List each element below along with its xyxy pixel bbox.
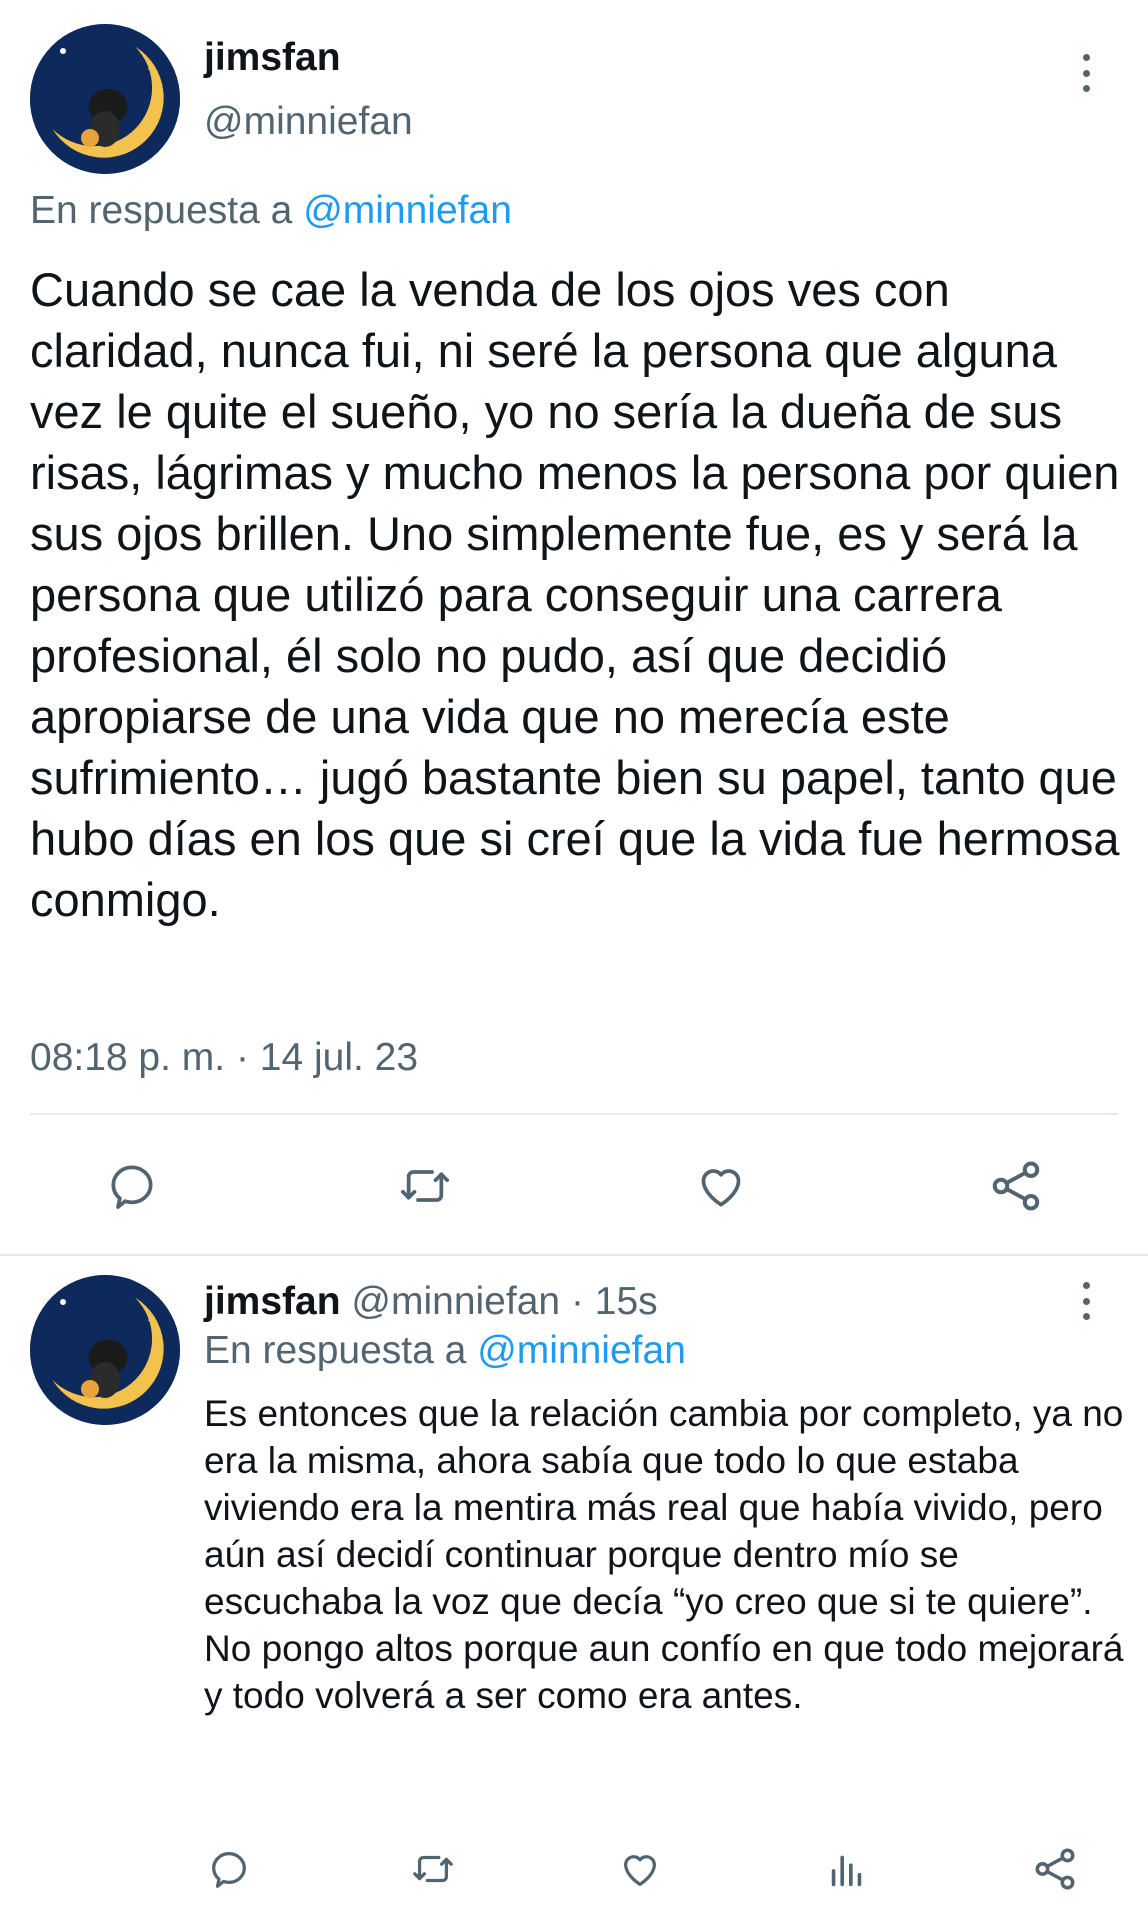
retweet-icon[interactable] [408, 1846, 458, 1892]
tweet-text: Cuando se cae la venda de los ojos ves c… [30, 263, 1120, 926]
reply-tweet-text: Es entonces que la relación cambia por c… [204, 1393, 1124, 1716]
retweet-icon[interactable] [394, 1158, 456, 1214]
divider [30, 1113, 1118, 1115]
tweet-timestamp[interactable]: 08:18 p. m. · 14 jul. 23 [30, 1034, 418, 1082]
reply-context: En respuesta a @minniefan [204, 1327, 686, 1375]
avatar-image [30, 24, 180, 174]
analytics-icon[interactable] [824, 1846, 870, 1892]
share-icon[interactable] [986, 1156, 1046, 1216]
reply-handle[interactable]: @minniefan [351, 1280, 560, 1323]
display-name[interactable]: jimsfan [204, 34, 341, 82]
reply-display-name[interactable]: jimsfan [204, 1280, 341, 1323]
reply-header: jimsfan @minniefan · 15s [204, 1278, 658, 1326]
reply-prefix: En respuesta a [30, 189, 293, 232]
reply-icon[interactable] [104, 1158, 160, 1214]
handle[interactable]: @minniefan [204, 98, 413, 146]
like-icon[interactable] [692, 1158, 750, 1214]
more-options-icon[interactable] [1080, 54, 1092, 92]
reply-to-link[interactable]: @minniefan [303, 189, 512, 232]
reply-to-link[interactable]: @minniefan [477, 1329, 686, 1372]
share-icon[interactable] [1030, 1844, 1080, 1894]
reply-avatar[interactable] [30, 1275, 180, 1425]
avatar[interactable] [30, 24, 180, 174]
reply-time[interactable]: · 15s [571, 1280, 658, 1323]
reply-more-options-icon[interactable] [1080, 1282, 1092, 1320]
reply-icon[interactable] [206, 1846, 252, 1892]
avatar-image [30, 1275, 180, 1425]
reply-context: En respuesta a @minniefan [30, 187, 512, 235]
reply-prefix: En respuesta a [204, 1329, 467, 1372]
like-icon[interactable] [616, 1846, 664, 1892]
section-divider [0, 1254, 1148, 1256]
